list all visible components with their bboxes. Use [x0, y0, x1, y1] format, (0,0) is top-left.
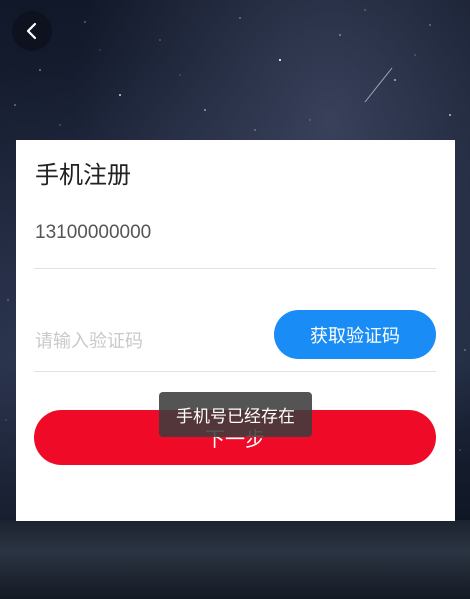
get-code-button[interactable]: 获取验证码 [274, 310, 436, 359]
verification-code-input[interactable] [35, 326, 265, 356]
phone-divider [34, 268, 436, 269]
back-button[interactable] [12, 11, 52, 51]
register-card: 手机注册 13100000000 获取验证码 下一步 [16, 140, 455, 521]
toast-message: 手机号已经存在 [159, 392, 312, 437]
chevron-left-icon [26, 22, 37, 40]
phone-number-field[interactable]: 13100000000 [35, 222, 151, 244]
page-title: 手机注册 [35, 161, 131, 189]
code-divider [34, 371, 436, 372]
landscape-ground [0, 520, 470, 599]
